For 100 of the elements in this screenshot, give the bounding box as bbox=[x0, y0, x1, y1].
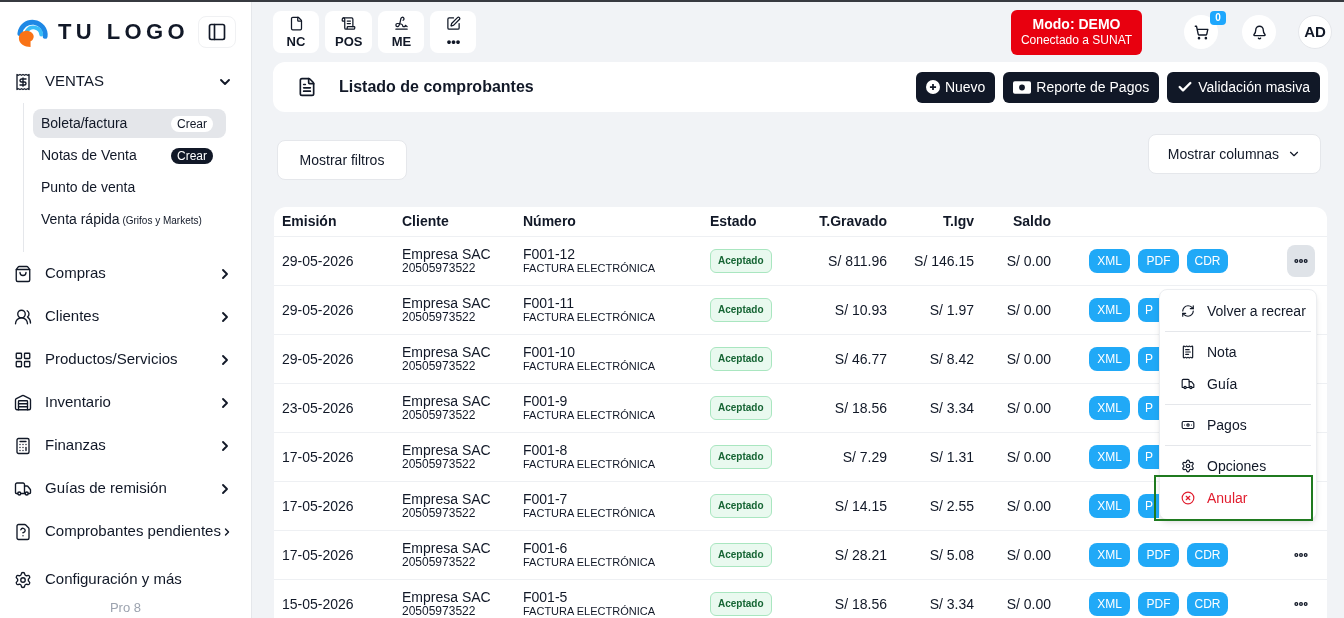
amount-cell-text: S/ 10.93 bbox=[834, 300, 887, 320]
version-label: Pro 8 bbox=[108, 601, 143, 615]
menu-item[interactable]: Opciones bbox=[1160, 450, 1316, 482]
amount-cell-text: S/ 0.00 bbox=[1006, 398, 1051, 418]
page-title: Listado de comprobantes bbox=[339, 77, 534, 97]
client-name: Empresa SAC bbox=[402, 590, 491, 605]
status-badge: Aceptado bbox=[710, 347, 772, 371]
sidebar-item[interactable]: Compras bbox=[0, 252, 251, 295]
bell-icon bbox=[1251, 24, 1267, 40]
sidebar-subitem[interactable]: Boleta/factura Crear bbox=[33, 109, 226, 138]
amount-cell-text: S/ 0.00 bbox=[1006, 251, 1051, 271]
status-badge: Aceptado bbox=[710, 396, 772, 420]
client-ruc: 20505973522 bbox=[402, 409, 477, 422]
sidebar-item[interactable]: Inventario bbox=[0, 381, 251, 424]
client-ruc: 20505973522 bbox=[402, 556, 477, 569]
client-name: Empresa SAC bbox=[402, 492, 491, 507]
scroll-icon bbox=[341, 15, 357, 31]
amount-cell-text: S/ 8.42 bbox=[929, 349, 974, 369]
sidebar-item[interactable]: Clientes bbox=[0, 295, 251, 338]
sidebar-item[interactable]: Productos/Servicios bbox=[0, 338, 251, 381]
column-header: Emisión bbox=[282, 212, 337, 231]
banknote-icon bbox=[1013, 80, 1032, 94]
status-badge: Aceptado bbox=[710, 494, 772, 518]
people-icon bbox=[14, 307, 32, 326]
header-action-button[interactable]: Validación masiva bbox=[1167, 71, 1320, 103]
menu-item[interactable]: Pagos bbox=[1160, 409, 1316, 441]
create-button[interactable]: Crear bbox=[171, 115, 213, 132]
document-number: F001-10 bbox=[523, 345, 577, 360]
client-ruc: 20505973522 bbox=[402, 458, 477, 471]
amount-cell-text: S/ 46.77 bbox=[834, 349, 887, 369]
column-header: Cliente bbox=[402, 212, 449, 231]
document-number: F001-8 bbox=[523, 443, 569, 458]
receipt-icon bbox=[1181, 345, 1195, 359]
client-ruc: 20505973522 bbox=[402, 360, 477, 373]
document-number: F001-6 bbox=[523, 541, 569, 556]
status-badge: Aceptado bbox=[710, 543, 772, 567]
sidebar-toggle-button[interactable] bbox=[198, 16, 236, 48]
demo-mode-title: Modo: DEMO bbox=[1032, 16, 1121, 33]
menu-item[interactable]: Nota bbox=[1160, 336, 1316, 368]
column-header: T.Igv bbox=[942, 212, 974, 231]
client-name: Empresa SAC bbox=[402, 247, 491, 262]
close-circle-icon bbox=[1181, 491, 1195, 505]
client-name: Empresa SAC bbox=[402, 296, 491, 311]
pencil-icon bbox=[445, 15, 461, 31]
plus-circle-icon bbox=[925, 80, 940, 94]
logo-text: TU LOGO bbox=[58, 21, 189, 43]
client-ruc: 20505973522 bbox=[402, 262, 477, 275]
avatar-button[interactable]: AD bbox=[1298, 15, 1332, 49]
header-action-button[interactable]: Nuevo bbox=[915, 71, 996, 103]
menu-item[interactable]: Volver a recrear bbox=[1160, 295, 1316, 327]
document-number: F001-7 bbox=[523, 492, 569, 507]
date-cell-text: 15-05-2026 bbox=[282, 594, 354, 614]
header-action-button[interactable]: Reporte de Pagos bbox=[1003, 71, 1160, 103]
date-cell-text: 23-05-2026 bbox=[282, 398, 354, 418]
refresh-icon bbox=[1181, 304, 1195, 318]
sidebar-subitem[interactable]: Notas de Venta Crear bbox=[33, 141, 226, 170]
calculator-icon bbox=[14, 436, 32, 455]
show-filters-button[interactable]: Mostrar filtros bbox=[277, 140, 407, 180]
amount-cell-text: S/ 0.00 bbox=[1006, 349, 1051, 369]
file-icon bbox=[288, 15, 304, 31]
create-button[interactable]: Crear bbox=[171, 147, 213, 164]
client-name: Empresa SAC bbox=[402, 443, 491, 458]
sidebar-subitem[interactable]: Punto de venta bbox=[33, 173, 226, 202]
grid-icon bbox=[14, 350, 32, 369]
shortcut-button[interactable]: NC bbox=[273, 11, 319, 53]
sidebar-item[interactable]: Configuración y más bbox=[0, 558, 251, 601]
menu-item[interactable]: Guía bbox=[1160, 368, 1316, 400]
document-number: F001-5 bbox=[523, 590, 569, 605]
amount-cell-text: S/ 14.15 bbox=[834, 496, 887, 516]
cart-icon bbox=[1193, 24, 1209, 40]
sidebar-subitem[interactable]: Venta rápida (Grifos y Markets) bbox=[33, 205, 226, 234]
shortcut-button[interactable]: ••• bbox=[430, 11, 477, 53]
amount-cell-text: S/ 0.00 bbox=[1006, 496, 1051, 516]
truck-icon bbox=[14, 479, 32, 498]
status-badge: Aceptado bbox=[710, 249, 772, 273]
client-ruc: 20505973522 bbox=[402, 507, 477, 520]
more-button[interactable] bbox=[1287, 245, 1315, 277]
show-columns-button[interactable]: Mostrar columnas bbox=[1148, 134, 1321, 174]
shortcut-button[interactable]: POS bbox=[325, 11, 373, 53]
sidebar-item[interactable]: VENTAS bbox=[0, 60, 251, 103]
date-cell-text: 17-05-2026 bbox=[282, 447, 354, 467]
status-badge: Aceptado bbox=[710, 298, 772, 322]
client-name: Empresa SAC bbox=[402, 541, 491, 556]
sidebar-item[interactable]: Finanzas bbox=[0, 424, 251, 467]
amount-cell-text: S/ 1.31 bbox=[929, 447, 974, 467]
document-type: FACTURA ELECTRÓNICA bbox=[523, 507, 656, 520]
sidebar-item[interactable]: Guías de remisión bbox=[0, 467, 251, 510]
amount-cell-text: S/ 811.96 bbox=[828, 251, 887, 271]
sidebar-item[interactable]: Comprobantes pendientes bbox=[0, 510, 251, 553]
menu-item[interactable]: Anular bbox=[1160, 482, 1316, 514]
document-type: FACTURA ELECTRÓNICA bbox=[523, 409, 656, 422]
shortcut-button[interactable]: ME bbox=[378, 11, 425, 53]
notifications-button[interactable] bbox=[1242, 15, 1276, 49]
document-type: FACTURA ELECTRÓNICA bbox=[523, 605, 656, 618]
status-badge: Aceptado bbox=[710, 592, 772, 616]
banknote-icon bbox=[1181, 418, 1195, 432]
column-header: Número bbox=[523, 212, 576, 231]
column-header: T.Gravado bbox=[819, 212, 887, 231]
document-question-icon bbox=[14, 522, 32, 541]
signature-icon bbox=[393, 15, 409, 31]
